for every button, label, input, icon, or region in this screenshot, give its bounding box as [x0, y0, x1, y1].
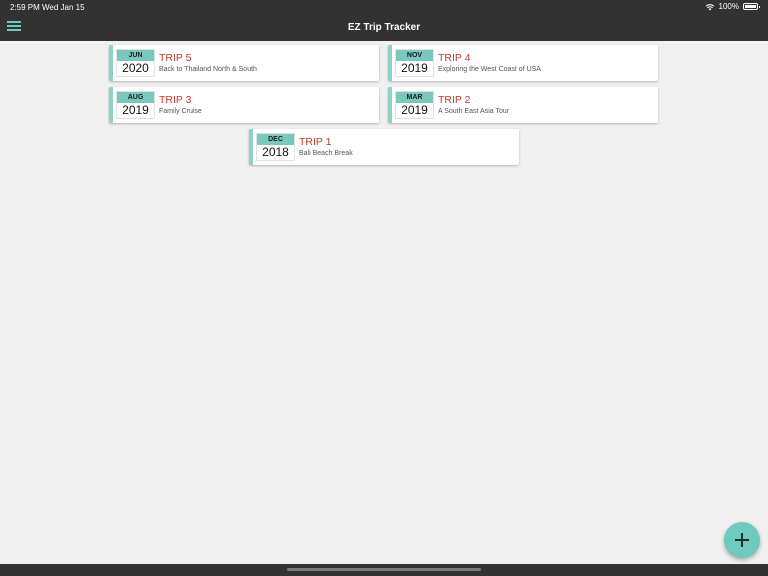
page-title: EZ Trip Tracker — [347, 22, 421, 33]
trip-month: AUG — [117, 92, 154, 103]
trip-month: DEC — [257, 134, 294, 145]
trip-card-1[interactable]: DEC 2018 TRIP 1 Bali Beach Break — [249, 129, 519, 165]
trip-name: TRIP 1 — [299, 136, 332, 148]
trip-card-4[interactable]: NOV 2019 TRIP 4 Exploring the West Coast… — [388, 45, 658, 81]
battery-icon — [743, 3, 760, 10]
battery-percent: 100% — [718, 2, 739, 11]
top-bar: 2:59 PM Wed Jan 15 100% EZ Trip Tracker — [0, 0, 768, 41]
bottom-bar — [0, 564, 768, 576]
trip-card-2[interactable]: MAR 2019 TRIP 2 A South East Asia Tour — [388, 87, 658, 123]
date-badge: NOV 2019 — [395, 49, 434, 77]
trip-month: JUN — [117, 50, 154, 61]
trip-year: 2019 — [401, 103, 428, 117]
date-badge: MAR 2019 — [395, 91, 434, 119]
add-trip-button[interactable] — [724, 522, 760, 558]
date-badge: JUN 2020 — [116, 49, 155, 77]
trip-name: TRIP 4 — [438, 52, 471, 64]
trip-card-3[interactable]: AUG 2019 TRIP 3 Family Cruise — [109, 87, 379, 123]
trip-name: TRIP 5 — [159, 52, 192, 64]
trip-card-5[interactable]: JUN 2020 TRIP 5 Back to Thailand North &… — [109, 45, 379, 81]
trip-description: Bali Beach Break — [299, 150, 353, 157]
wifi-icon — [705, 3, 714, 10]
trip-year: 2019 — [401, 61, 428, 75]
trip-year: 2020 — [122, 61, 149, 75]
home-indicator[interactable] — [287, 568, 481, 571]
trip-month: MAR — [396, 92, 433, 103]
status-date: Wed Jan 15 — [42, 3, 85, 12]
date-badge: DEC 2018 — [256, 133, 295, 161]
trip-description: Exploring the West Coast of USA — [438, 66, 541, 73]
status-indicators: 100% — [705, 2, 760, 11]
status-time: 2:59 PM — [10, 3, 40, 12]
trip-year: 2019 — [122, 103, 149, 117]
trip-name: TRIP 3 — [159, 94, 192, 106]
trip-year: 2018 — [262, 145, 289, 159]
trip-month: NOV — [396, 50, 433, 61]
trip-name: TRIP 2 — [438, 94, 471, 106]
trip-description: Family Cruise — [159, 108, 202, 115]
trip-description: Back to Thailand North & South — [159, 66, 257, 73]
trip-description: A South East Asia Tour — [438, 108, 510, 115]
date-badge: AUG 2019 — [116, 91, 155, 119]
plus-icon — [735, 533, 749, 547]
